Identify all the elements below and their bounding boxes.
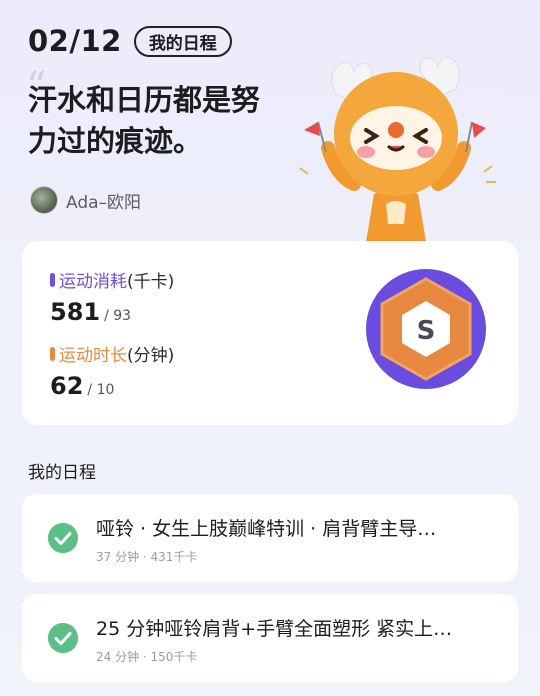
schedule-item-meta: 37 分钟 · 431千卡 (96, 550, 198, 564)
calories-bar-marker (50, 272, 55, 287)
duration-target: / 10 (87, 382, 115, 398)
schedule-item[interactable]: 哑铃 · 女生上肢巅峰特训 · 肩背臂主导… 37 分钟 · 431千卡 (22, 494, 518, 582)
my-schedule-chip[interactable]: 我的日程 (133, 25, 232, 57)
calories-label: 运动消耗 (59, 272, 127, 292)
page-header: 02/12 我的日程 (28, 24, 232, 58)
date-label: 02/12 (28, 24, 122, 58)
duration-value: 62 (50, 372, 84, 400)
deer-mascot-illustration (299, 56, 496, 242)
badge-letter: S (417, 316, 436, 346)
duration-unit: (分钟) (127, 346, 175, 366)
quote-line-2: 力过的痕迹。 (28, 124, 203, 158)
calories-stat: 运动消耗 (千卡) 581 / 93 (50, 267, 174, 326)
schedule-item[interactable]: 25 分钟哑铃肩背+手臂全面塑形 紧实上… 24 分钟 · 150千卡 (22, 594, 518, 682)
schedule-section-title: 我的日程 (28, 463, 96, 483)
duration-label: 运动时长 (59, 346, 127, 366)
calories-unit: (千卡) (127, 272, 175, 292)
avatar[interactable] (30, 186, 58, 214)
schedule-item-meta: 24 分钟 · 150千卡 (96, 650, 198, 664)
calories-value: 581 (50, 298, 101, 326)
duration-stat: 运动时长 (分钟) 62 / 10 (50, 341, 174, 400)
schedule-item-title: 哑铃 · 女生上肢巅峰特训 · 肩背臂主导… (96, 518, 437, 540)
workout-stats-card[interactable]: 运动消耗 (千卡) 581 / 93 运动时长 (分钟) 62 / 10 S (22, 241, 518, 425)
check-circle-icon (48, 623, 78, 653)
quote-author[interactable]: Ada–欧阳 (30, 186, 141, 214)
schedule-item-title: 25 分钟哑铃肩背+手臂全面塑形 紧实上… (96, 618, 453, 640)
check-circle-icon (48, 523, 78, 553)
duration-bar-marker (50, 346, 55, 361)
grade-s-badge-icon: S (366, 269, 486, 389)
calories-target: / 93 (104, 308, 132, 324)
quote-line-1: 汗水和日历都是努 (28, 83, 261, 117)
author-name: Ada–欧阳 (66, 192, 142, 213)
motivational-quote: 汗水和日历都是努 力过的痕迹。 (28, 80, 308, 162)
